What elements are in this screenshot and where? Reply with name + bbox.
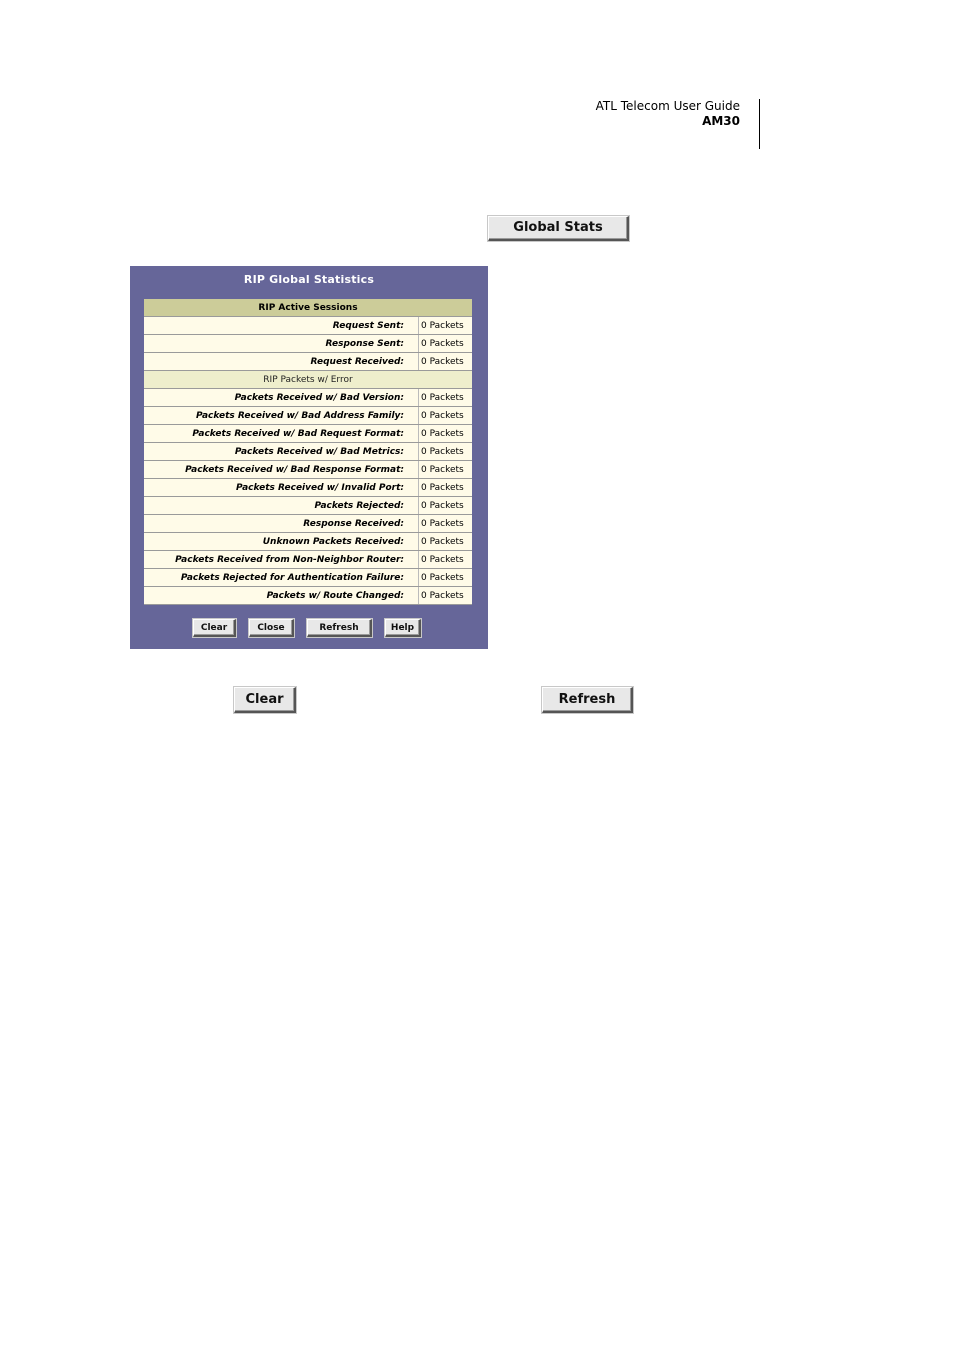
stat-label: Packets Received from Non-Neighbor Route… bbox=[144, 550, 419, 569]
table-row: Packets Received w/ Bad Metrics: 0 Packe… bbox=[144, 442, 472, 461]
stat-label: Request Sent: bbox=[144, 316, 419, 335]
stat-value: 0 Packets bbox=[418, 316, 472, 335]
model-name: AM30 bbox=[702, 114, 740, 128]
table-row: Packets Received w/ Bad Response Format:… bbox=[144, 460, 472, 479]
stat-value: 0 Packets bbox=[418, 442, 472, 461]
rip-global-statistics-panel: RIP Global Statistics RIP Active Session… bbox=[130, 266, 488, 649]
table-row: Packets w/ Route Changed: 0 Packets bbox=[144, 586, 472, 605]
stat-value: 0 Packets bbox=[418, 424, 472, 443]
stat-label: Packets Rejected: bbox=[144, 496, 419, 515]
stat-label: Response Received: bbox=[144, 514, 419, 533]
table-row: Response Sent: 0 Packets bbox=[144, 334, 472, 353]
stat-value: 0 Packets bbox=[418, 478, 472, 497]
global-stats-button[interactable]: Global Stats bbox=[488, 216, 629, 241]
refresh-button[interactable]: Refresh bbox=[542, 687, 633, 713]
panel-refresh-button[interactable]: Refresh bbox=[307, 619, 372, 637]
clear-button[interactable]: Clear bbox=[234, 687, 296, 713]
table-row: Packets Received w/ Bad Version: 0 Packe… bbox=[144, 388, 472, 407]
table-row: Packets Received from Non-Neighbor Route… bbox=[144, 550, 472, 569]
guide-title: ATL Telecom User Guide bbox=[595, 99, 740, 113]
stat-value: 0 Packets bbox=[418, 514, 472, 533]
header-divider bbox=[759, 99, 760, 149]
table-row: Packets Rejected for Authentication Fail… bbox=[144, 568, 472, 587]
stat-label: Packets Received w/ Invalid Port: bbox=[144, 478, 419, 497]
stat-value: 0 Packets bbox=[418, 550, 472, 569]
stat-label: Packets Received w/ Bad Response Format: bbox=[144, 460, 419, 479]
stat-label: Packets Received w/ Bad Metrics: bbox=[144, 442, 419, 461]
table-row: Request Sent: 0 Packets bbox=[144, 316, 472, 335]
stat-value: 0 Packets bbox=[418, 334, 472, 353]
panel-clear-button[interactable]: Clear bbox=[193, 619, 236, 637]
table-row: Unknown Packets Received: 0 Packets bbox=[144, 532, 472, 551]
stat-label: Unknown Packets Received: bbox=[144, 532, 419, 551]
section-header-row: RIP Packets w/ Error bbox=[144, 370, 472, 389]
stat-label: Packets w/ Route Changed: bbox=[144, 586, 419, 605]
section-heading: RIP Active Sessions bbox=[144, 299, 472, 317]
panel-title: RIP Global Statistics bbox=[243, 273, 375, 286]
stat-label: Packets Rejected for Authentication Fail… bbox=[144, 568, 419, 587]
panel-help-button[interactable]: Help bbox=[385, 619, 421, 637]
section-heading: RIP Packets w/ Error bbox=[144, 370, 472, 389]
table-row: Request Received: 0 Packets bbox=[144, 352, 472, 371]
stat-value: 0 Packets bbox=[418, 586, 472, 605]
table-row: Response Received: 0 Packets bbox=[144, 514, 472, 533]
table-row: Packets Received w/ Bad Request Format: … bbox=[144, 424, 472, 443]
stat-label: Packets Received w/ Bad Version: bbox=[144, 388, 419, 407]
stat-value: 0 Packets bbox=[418, 568, 472, 587]
table-row: Packets Rejected: 0 Packets bbox=[144, 496, 472, 515]
stat-label: Packets Received w/ Bad Address Family: bbox=[144, 406, 419, 425]
stats-table: RIP Active Sessions Request Sent: 0 Pack… bbox=[144, 299, 472, 605]
stat-value: 0 Packets bbox=[418, 532, 472, 551]
panel-close-button[interactable]: Close bbox=[249, 619, 294, 637]
stat-label: Response Sent: bbox=[144, 334, 419, 353]
page-header: ATL Telecom User Guide AM30 bbox=[596, 99, 740, 129]
stat-value: 0 Packets bbox=[418, 496, 472, 515]
table-row: Packets Received w/ Invalid Port: 0 Pack… bbox=[144, 478, 472, 497]
stat-value: 0 Packets bbox=[418, 406, 472, 425]
stat-label: Request Received: bbox=[144, 352, 419, 371]
stat-value: 0 Packets bbox=[418, 352, 472, 371]
stat-label: Packets Received w/ Bad Request Format: bbox=[144, 424, 419, 443]
section-header-row: RIP Active Sessions bbox=[144, 299, 472, 317]
stat-value: 0 Packets bbox=[418, 388, 472, 407]
table-row: Packets Received w/ Bad Address Family: … bbox=[144, 406, 472, 425]
stat-value: 0 Packets bbox=[418, 460, 472, 479]
